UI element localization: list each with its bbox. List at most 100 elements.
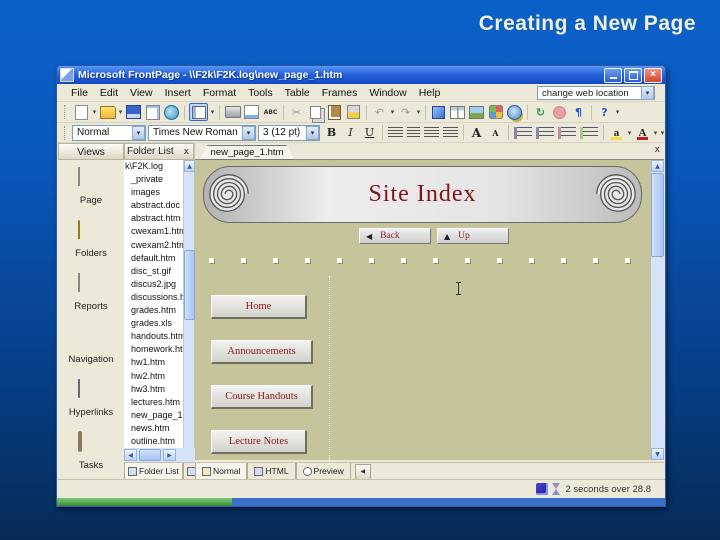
folder-item[interactable]: hw1.htm [124, 356, 184, 369]
stop-button[interactable] [551, 104, 568, 120]
publish-web-button[interactable] [163, 104, 180, 120]
highlight-dropdown[interactable]: ▾ [626, 129, 633, 137]
document-canvas[interactable]: Site Index ◀ Back ▲ Up Home Announcement… [195, 160, 651, 460]
redo-button[interactable]: ↷ [397, 104, 414, 120]
font-color-dropdown[interactable]: ▾ [652, 129, 659, 137]
home-button[interactable]: Home [211, 295, 307, 319]
chevron-down-icon[interactable]: ▾ [641, 86, 654, 100]
toggle-pane-dropdown[interactable]: ▾ [209, 108, 216, 116]
undo-dropdown[interactable]: ▾ [389, 108, 396, 116]
folder-item[interactable]: default.htm [124, 252, 184, 265]
menu-frames[interactable]: Frames [316, 86, 364, 100]
insert-component-button[interactable] [430, 104, 447, 120]
underline-button[interactable]: U [361, 125, 378, 141]
menu-table[interactable]: Table [279, 86, 316, 100]
views-item-page[interactable]: Page [58, 160, 124, 213]
menu-tools[interactable]: Tools [242, 86, 279, 100]
toolbar-options-dropdown[interactable]: ▾ [614, 108, 621, 116]
folder-item[interactable]: grades.htm [124, 304, 184, 317]
hscrollbar-thumb[interactable] [139, 449, 161, 461]
open-dropdown[interactable]: ▾ [117, 108, 124, 116]
folder-list-scrollbar[interactable]: ▲ [183, 160, 195, 448]
copy-button[interactable] [307, 104, 324, 120]
formatting-options-dropdown[interactable]: ▾ [659, 129, 666, 137]
preview-in-browser-button[interactable] [243, 104, 260, 120]
menu-insert[interactable]: Insert [159, 86, 197, 100]
italic-button[interactable]: I [342, 125, 359, 141]
folder-list-hscrollbar[interactable]: ◀ ▶ [124, 448, 195, 462]
paste-button[interactable] [326, 104, 343, 120]
toolbar-grip[interactable] [64, 125, 69, 140]
web-location-combo[interactable]: change web location ▾ [537, 86, 655, 100]
tab-folder-list[interactable]: Folder List [124, 463, 183, 480]
search-button[interactable] [144, 104, 161, 120]
menu-help[interactable]: Help [413, 86, 447, 100]
views-item-tasks[interactable]: Tasks [58, 426, 124, 479]
spelling-button[interactable]: ABC [262, 104, 279, 120]
show-all-button[interactable]: ¶ [570, 104, 587, 120]
insert-table-button[interactable] [449, 104, 466, 120]
menu-view[interactable]: View [124, 86, 159, 100]
folder-item[interactable]: lectures.htm [124, 396, 184, 409]
minimize-button[interactable] [604, 67, 622, 83]
views-item-reports[interactable]: Reports [58, 266, 124, 319]
align-center-button[interactable] [407, 126, 420, 139]
redo-dropdown[interactable]: ▾ [415, 108, 422, 116]
folder-item[interactable]: outline.htm [124, 435, 184, 448]
align-justify-button[interactable] [443, 126, 458, 139]
back-button[interactable]: ◀ Back [359, 228, 431, 244]
lecture-notes-button[interactable]: Lecture Notes [211, 430, 307, 454]
folder-item[interactable]: abstract.htm [124, 212, 184, 225]
decrease-font-button[interactable]: A [487, 125, 504, 141]
folder-item[interactable]: hw3.htm [124, 383, 184, 396]
chevron-down-icon[interactable]: ▾ [132, 125, 145, 140]
restore-button[interactable] [624, 67, 642, 83]
style-combo[interactable]: Normal ▾ [72, 124, 146, 141]
scrollbar-thumb[interactable] [651, 173, 664, 257]
print-button[interactable] [224, 104, 241, 120]
folder-item[interactable]: k\F2K.log [124, 160, 184, 173]
scroll-left-icon[interactable]: ◀ [124, 449, 137, 461]
folder-list-close-icon[interactable]: x [182, 147, 191, 157]
folder-item[interactable]: grades.xls [124, 317, 184, 330]
scroll-right-icon[interactable]: ▶ [163, 449, 176, 461]
scroll-up-icon[interactable]: ▲ [651, 160, 664, 172]
font-combo[interactable]: Times New Roman ▾ [148, 124, 256, 141]
folder-item[interactable]: discus2.jpg [124, 278, 184, 291]
new-page-button[interactable] [73, 104, 90, 120]
tab-html[interactable]: HTML [247, 463, 296, 480]
increase-font-button[interactable]: A [468, 125, 485, 141]
folder-item[interactable]: homework.htm [124, 343, 184, 356]
tab-preview[interactable]: Preview [295, 463, 351, 480]
scroll-up-icon[interactable]: ▲ [184, 160, 195, 172]
document-close-icon[interactable]: x [655, 145, 660, 155]
window-titlebar[interactable]: Microsoft FrontPage - \\F2k\F2K.log\new_… [57, 66, 665, 84]
new-page-dropdown[interactable]: ▾ [91, 108, 98, 116]
views-item-navigation[interactable]: Navigation [58, 320, 124, 373]
document-scrollbar[interactable]: ▲ ▼ [651, 160, 664, 460]
course-handouts-button[interactable]: Course Handouts [211, 385, 313, 409]
align-left-button[interactable] [388, 126, 403, 139]
document-tab[interactable]: new_page_1.htm [199, 145, 295, 160]
folder-item[interactable]: news.htm [124, 422, 184, 435]
menu-edit[interactable]: Edit [94, 86, 124, 100]
folder-item[interactable]: images [124, 186, 184, 199]
chevron-down-icon[interactable]: ▾ [242, 125, 255, 140]
increase-indent-button[interactable] [580, 126, 598, 139]
refresh-button[interactable]: ↻ [532, 104, 549, 120]
scrollbar-thumb[interactable] [184, 250, 195, 320]
menu-file[interactable]: File [65, 86, 94, 100]
folder-item[interactable]: new_page_1.htm [124, 409, 184, 422]
font-size-combo[interactable]: 3 (12 pt) ▾ [258, 124, 320, 141]
numbered-list-button[interactable] [514, 126, 532, 139]
insert-picture-button[interactable] [468, 104, 485, 120]
hyperlink-button[interactable] [506, 104, 523, 120]
save-button[interactable] [125, 104, 142, 120]
align-right-button[interactable] [424, 126, 439, 139]
views-item-folders[interactable]: Folders [58, 213, 124, 266]
bullet-list-button[interactable] [536, 126, 554, 139]
help-button[interactable]: ? [596, 104, 613, 120]
folder-item[interactable]: disc_st.gif [124, 265, 184, 278]
folder-item[interactable]: abstract.doc [124, 199, 184, 212]
tab-scroll-left-icon[interactable]: ◀ [354, 463, 371, 480]
